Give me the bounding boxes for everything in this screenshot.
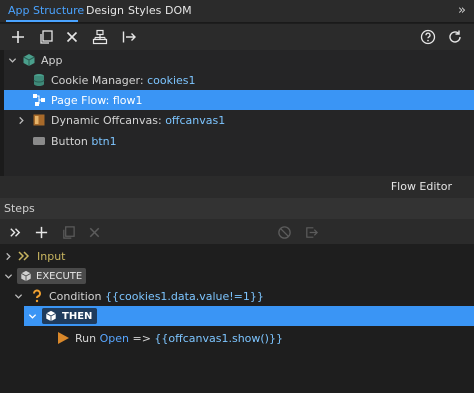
tree-node-label: App bbox=[41, 53, 63, 67]
condition-label: Condition bbox=[49, 289, 102, 303]
condition-expression: {{cookies1.data.value!=1}} bbox=[105, 289, 264, 303]
database-icon bbox=[32, 73, 46, 87]
chevron-down-icon[interactable] bbox=[13, 291, 23, 301]
node-type: Dynamic Offcanvas: bbox=[51, 113, 162, 127]
flow-editor-bar: Flow Editor bbox=[0, 176, 474, 198]
play-icon bbox=[56, 331, 70, 345]
steps-title: Steps bbox=[4, 202, 35, 215]
step-then[interactable]: THEN bbox=[24, 306, 474, 326]
tab-app-structure[interactable]: App Structure bbox=[8, 4, 84, 17]
step-input-label: Input bbox=[37, 249, 66, 263]
tab-dom[interactable]: DOM bbox=[165, 4, 192, 17]
node-id: btn1 bbox=[91, 134, 117, 148]
step-input[interactable]: Input bbox=[0, 246, 474, 266]
run-text: Run Open => {{offcanvas1.show()}} bbox=[75, 332, 283, 345]
tree-node-label: Page Flow: flow1 bbox=[51, 94, 143, 107]
tree-node-page-flow[interactable]: Page Flow: flow1 bbox=[4, 90, 474, 110]
tree-node-button[interactable]: Button btn1 bbox=[4, 131, 474, 151]
tree-node-label: Dynamic Offcanvas: offcanvas1 bbox=[51, 114, 225, 127]
node-id: flow1 bbox=[112, 93, 143, 107]
steps-panel-header: Steps bbox=[0, 198, 474, 219]
tree-node-label: Button btn1 bbox=[51, 135, 117, 148]
then-label: THEN bbox=[62, 310, 93, 322]
expand-all-icon[interactable] bbox=[6, 223, 24, 241]
then-chip: THEN bbox=[42, 308, 98, 324]
structure-toolbar bbox=[0, 24, 474, 50]
refresh-icon[interactable] bbox=[446, 28, 464, 46]
close-icon[interactable] bbox=[85, 223, 103, 241]
tree-node-cookie-manager[interactable]: Cookie Manager: cookies1 bbox=[4, 70, 474, 90]
collapse-panel-icon[interactable]: » bbox=[458, 3, 466, 18]
execute-chip: EXECUTE bbox=[17, 268, 87, 284]
run-arrow: => bbox=[132, 331, 151, 345]
help-icon[interactable] bbox=[419, 28, 437, 46]
flow-editor-button[interactable]: Flow Editor bbox=[391, 180, 452, 193]
component-tree-icon[interactable] bbox=[91, 28, 109, 46]
app-cube-icon bbox=[22, 53, 36, 67]
node-type: Button bbox=[51, 134, 88, 148]
app-structure-tree: App Cookie Manager: cookies1 Page Flow: … bbox=[4, 50, 474, 176]
step-run[interactable]: Run Open => {{offcanvas1.show()}} bbox=[0, 328, 474, 348]
cube-icon bbox=[45, 310, 57, 322]
execute-label: EXECUTE bbox=[36, 270, 83, 282]
tab-styles[interactable]: Styles bbox=[128, 4, 161, 17]
plus-icon[interactable] bbox=[32, 223, 50, 241]
chevron-down-icon[interactable] bbox=[7, 55, 17, 65]
step-condition[interactable]: Condition {{cookies1.data.value!=1}} bbox=[0, 286, 474, 306]
tree-node-dynamic-offcanvas[interactable]: Dynamic Offcanvas: offcanvas1 bbox=[4, 110, 474, 130]
plus-icon[interactable] bbox=[9, 28, 27, 46]
flow-icon bbox=[32, 93, 46, 107]
export-icon[interactable] bbox=[302, 223, 320, 241]
chevron-right-icon[interactable] bbox=[16, 115, 26, 125]
tree-node-app[interactable]: App bbox=[4, 50, 474, 70]
disable-icon[interactable] bbox=[275, 223, 293, 241]
question-icon bbox=[30, 289, 44, 303]
tree-node-label: Cookie Manager: cookies1 bbox=[51, 74, 196, 87]
run-label: Run bbox=[75, 331, 97, 345]
copy-icon[interactable] bbox=[59, 223, 77, 241]
input-chevrons-icon bbox=[17, 249, 31, 263]
node-id: offcanvas1 bbox=[165, 113, 226, 127]
run-action: Open bbox=[99, 331, 129, 345]
node-id: cookies1 bbox=[147, 73, 196, 87]
tab-design[interactable]: Design bbox=[86, 4, 124, 17]
export-arrow-icon[interactable] bbox=[120, 28, 138, 46]
steps-list: Input EXECUTE Condition {{cookies1.data.… bbox=[0, 244, 474, 393]
run-expression: {{offcanvas1.show()}} bbox=[154, 331, 283, 345]
condition-text: Condition {{cookies1.data.value!=1}} bbox=[49, 290, 264, 303]
node-type: Page Flow: bbox=[51, 93, 110, 107]
chevron-down-icon[interactable] bbox=[3, 271, 13, 281]
offcanvas-icon bbox=[32, 113, 46, 127]
close-icon[interactable] bbox=[63, 28, 81, 46]
node-type: Cookie Manager: bbox=[51, 73, 144, 87]
chevron-down-icon[interactable] bbox=[27, 311, 37, 321]
button-icon bbox=[32, 134, 46, 148]
active-tab-indicator bbox=[6, 20, 78, 22]
copy-icon[interactable] bbox=[37, 28, 55, 46]
steps-toolbar bbox=[0, 219, 474, 244]
panel-tab-bar: App Structure Design Styles DOM » bbox=[0, 0, 474, 23]
chevron-right-icon[interactable] bbox=[3, 251, 13, 261]
cube-icon bbox=[20, 270, 32, 282]
step-execute[interactable]: EXECUTE bbox=[0, 266, 474, 286]
